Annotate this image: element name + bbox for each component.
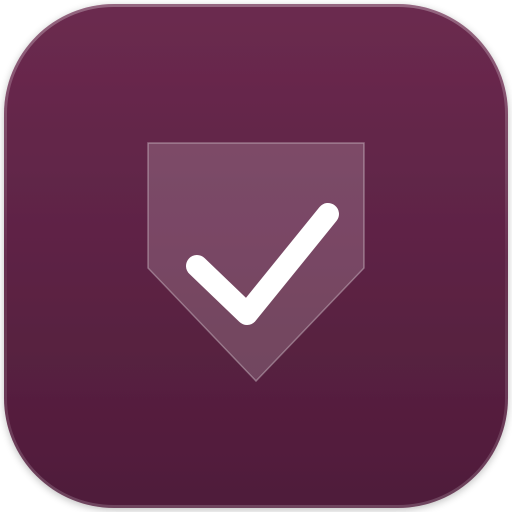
app-icon-tile[interactable] <box>0 0 512 512</box>
app-icon-graphic <box>4 4 508 508</box>
